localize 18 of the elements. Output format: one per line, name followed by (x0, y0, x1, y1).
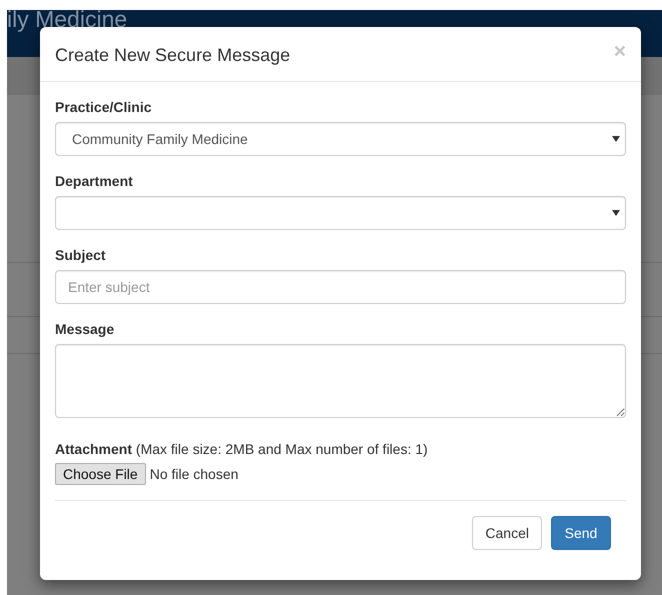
message-field[interactable] (55, 344, 626, 418)
subject-field[interactable]: Enter subject (55, 270, 626, 304)
send-button[interactable]: Send (551, 516, 611, 550)
caret-icon (612, 136, 620, 142)
select-field[interactable] (55, 196, 626, 230)
caret-icon (612, 210, 620, 216)
select-field[interactable]: Community Family Medicine (55, 122, 626, 156)
page-header-title: ily Medicine (7, 10, 128, 32)
file-status: No file chosen (150, 464, 238, 484)
file-limit-note: (Max file size: 2MB and Max number of files: 1) (136, 441, 428, 457)
cancel-button[interactable]: Cancel (472, 516, 542, 550)
field-label: Message (55, 320, 114, 339)
field-label: Attachment (55, 440, 132, 459)
field-label: Department (55, 172, 133, 191)
field-label: Subject (55, 246, 106, 265)
dialog-title: Create New Secure Message (55, 44, 290, 66)
choose-file-button[interactable]: Choose File (55, 463, 146, 485)
field-label: Practice/Clinic (55, 98, 152, 117)
